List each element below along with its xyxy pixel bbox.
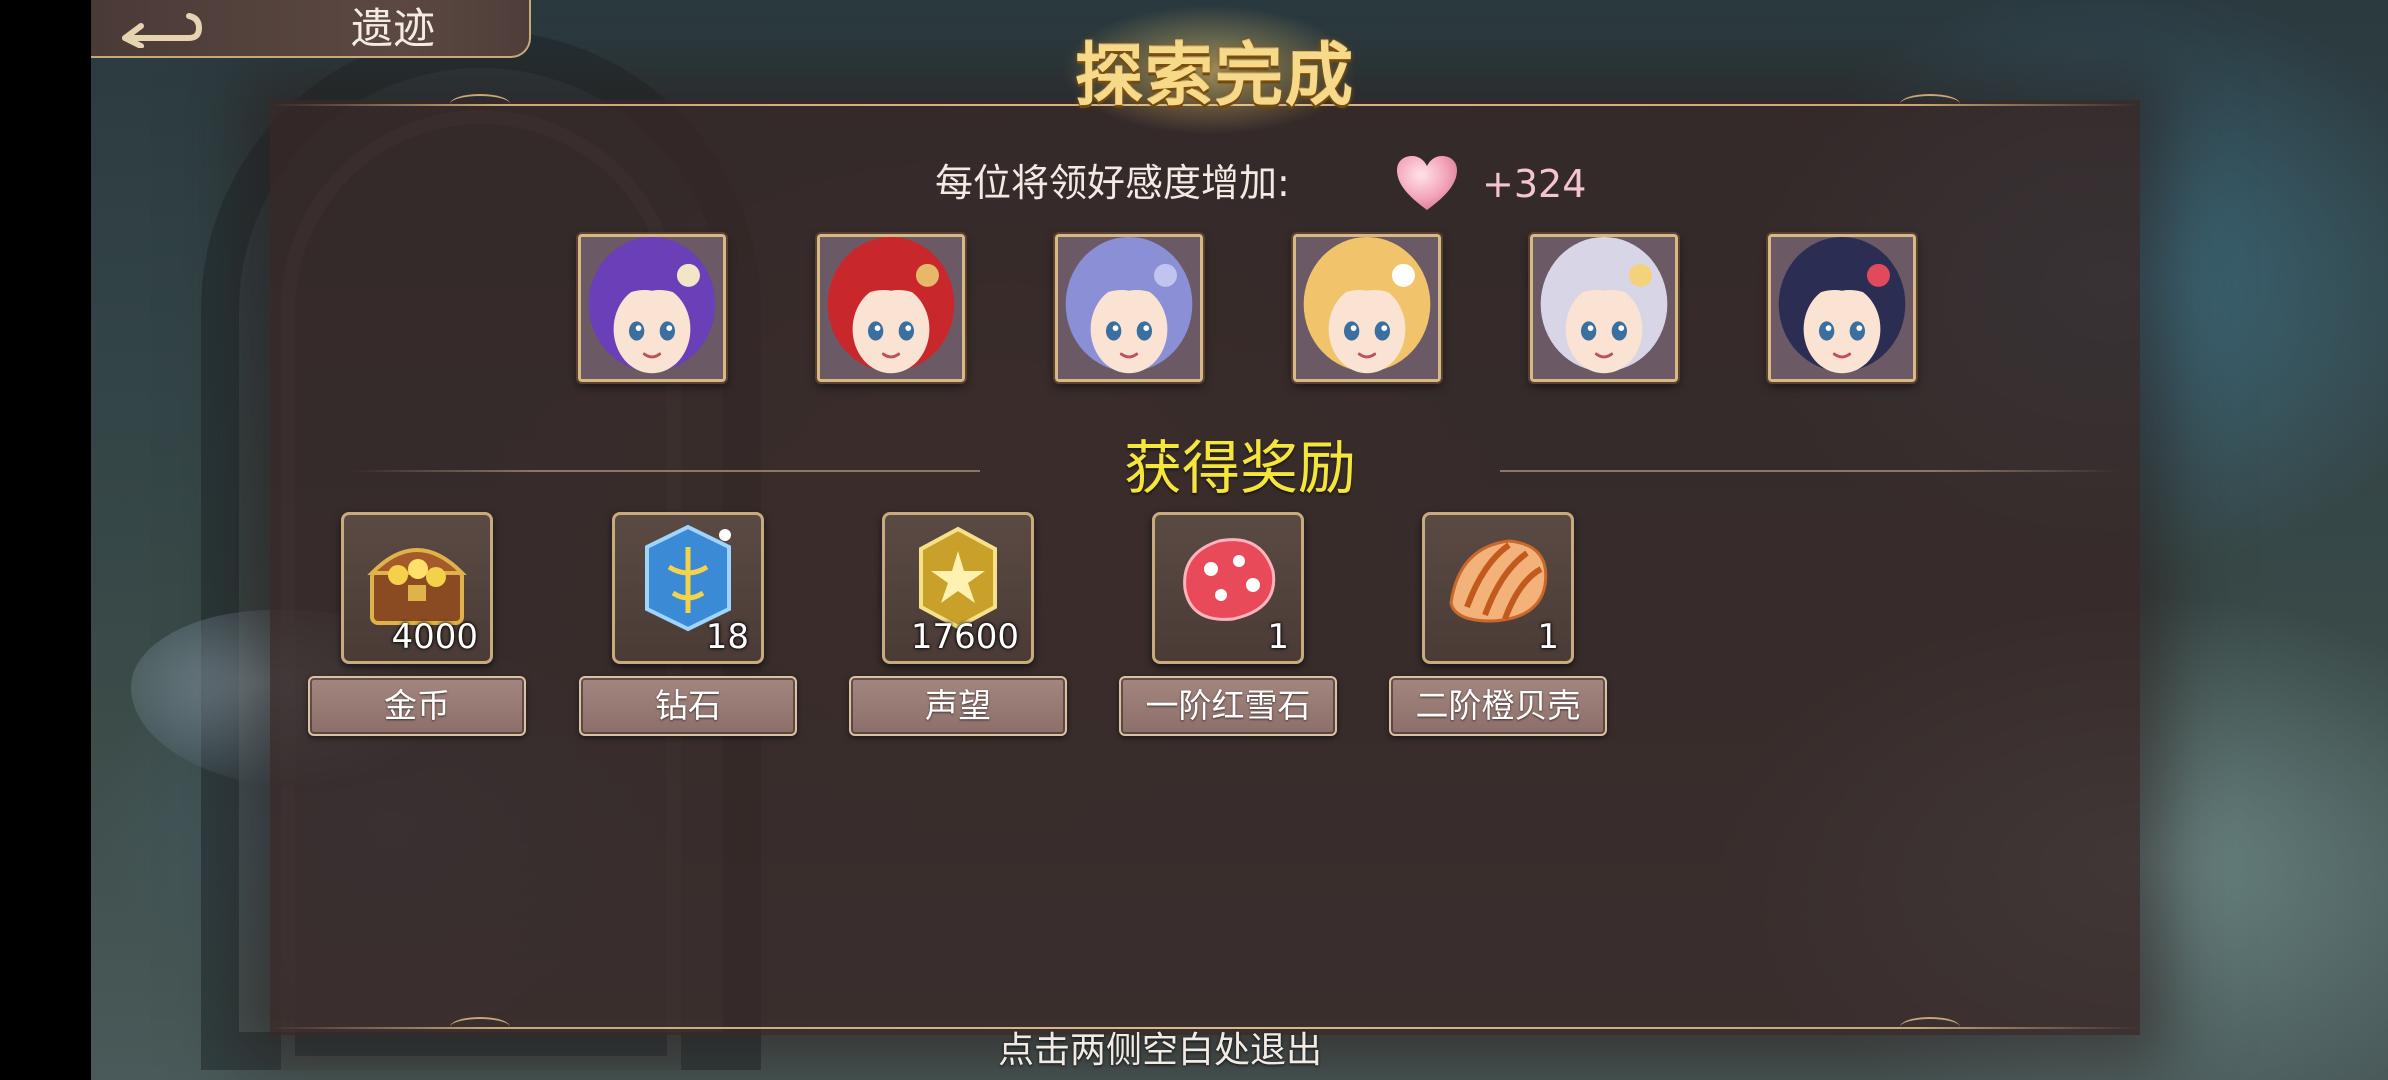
- character-portrait: [1530, 234, 1678, 382]
- reward-label: 二阶橙贝壳: [1389, 676, 1607, 736]
- back-arrow-icon: [122, 13, 203, 48]
- reward-quantity: 1: [1537, 617, 1559, 657]
- border-ornament: [450, 1017, 510, 1037]
- affection-label: 每位将领好感度增加:: [935, 161, 1290, 205]
- character-portrait: [817, 234, 965, 382]
- page-title: 探索完成: [1074, 37, 1355, 116]
- character-face-icon: [1533, 237, 1675, 379]
- reward-quantity: 18: [705, 617, 749, 657]
- character-portrait: [1293, 234, 1441, 382]
- character-face-icon: [1771, 237, 1913, 379]
- reward-label: 一阶红雪石: [1119, 676, 1337, 736]
- reward-quantity: 17600: [910, 617, 1019, 657]
- character-portrait: [578, 234, 726, 382]
- reward-item[interactable]: 1: [1422, 512, 1574, 664]
- rewards-title: 获得奖励: [1123, 434, 1356, 502]
- reward-label: 声望: [849, 676, 1067, 736]
- back-button-label: 遗迹: [351, 4, 436, 53]
- character-face-icon: [581, 237, 723, 379]
- reward-item[interactable]: 1: [1152, 512, 1304, 664]
- rewards-divider-right: [1500, 470, 2120, 472]
- rewards-divider-left: [350, 470, 980, 472]
- back-button[interactable]: 遗迹: [91, 0, 531, 58]
- border-ornament: [450, 94, 510, 114]
- character-portrait: [1055, 234, 1203, 382]
- heart-icon: [1397, 156, 1457, 210]
- character-face-icon: [1296, 237, 1438, 379]
- character-face-icon: [1058, 237, 1200, 379]
- character-portrait: [1768, 234, 1916, 382]
- reward-item[interactable]: 17600: [882, 512, 1034, 664]
- reward-item[interactable]: 4000: [341, 512, 493, 664]
- reward-quantity: 4000: [391, 617, 478, 657]
- border-ornament: [1900, 1017, 1960, 1037]
- reward-quantity: 1: [1267, 617, 1289, 657]
- border-ornament: [1900, 94, 1960, 114]
- affection-value: +324: [1482, 162, 1587, 206]
- exit-hint: 点击两侧空白处退出: [997, 1030, 1322, 1071]
- reward-label: 钻石: [579, 676, 797, 736]
- reward-label: 金币: [308, 676, 526, 736]
- character-face-icon: [820, 237, 962, 379]
- reward-item[interactable]: 18: [612, 512, 764, 664]
